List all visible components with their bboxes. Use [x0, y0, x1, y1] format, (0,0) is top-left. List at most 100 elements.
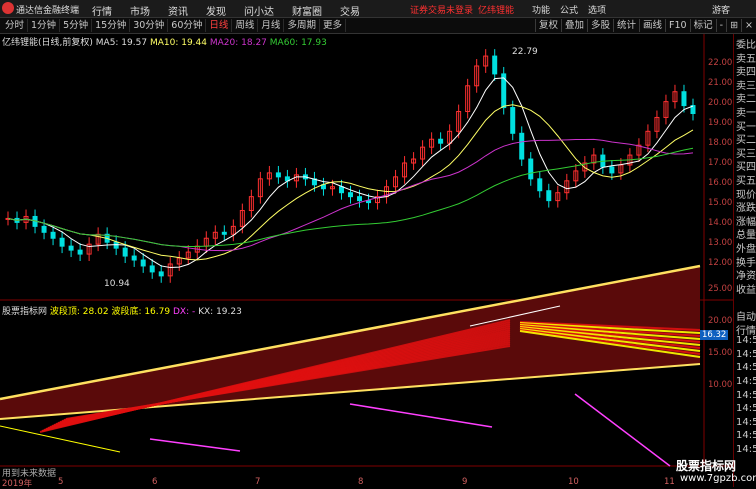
tab-1min[interactable]: 1分钟 [28, 19, 61, 32]
candle-body [347, 192, 353, 198]
candle-body [510, 107, 516, 134]
y-tick: 16.00 [708, 178, 733, 188]
multi-stock-button[interactable]: 多股 [587, 19, 613, 32]
y-tick: 25.00 [708, 284, 733, 294]
y-tick: 10.00 [708, 380, 733, 390]
mark-button[interactable]: 标记 [689, 19, 716, 32]
tab-monthly[interactable]: 月线 [258, 19, 285, 32]
panel-label: 14:5 [736, 444, 756, 455]
menu-item-news[interactable]: 资讯 [168, 3, 188, 18]
ma5-line [7, 77, 694, 269]
menu-item-discover[interactable]: 发现 [206, 3, 226, 18]
candle-body [131, 255, 137, 261]
candle-body [338, 186, 344, 194]
x-label: 9 [462, 477, 468, 487]
tab-more[interactable]: 更多 [320, 19, 346, 32]
indicator-info: 股票指标网 波段顶: 28.02 波段底: 16.79 DX: - KX: 19… [2, 304, 242, 317]
stats-button[interactable]: 统计 [613, 19, 639, 32]
wave-bottom-label: 波段底: 16.79 [111, 307, 171, 317]
maximize-button[interactable]: ⊞ [726, 19, 741, 32]
panel-label: 14:5 [736, 403, 756, 415]
tab-60min[interactable]: 60分钟 [168, 19, 207, 32]
menu-item-quotes[interactable]: 行情 [92, 3, 112, 18]
panel-label: 14:5 [736, 389, 756, 401]
candle-body [438, 138, 444, 144]
candle-body [140, 259, 146, 267]
minimize-button[interactable]: - [715, 19, 726, 32]
candle-body [275, 172, 281, 178]
candle-body [519, 132, 525, 160]
x-label: 11 [664, 477, 675, 487]
x-label: 6 [152, 477, 158, 487]
candle-body [528, 158, 534, 180]
kx-label: KX: 19.23 [198, 307, 242, 317]
menu-item-ask[interactable]: 问小达 [244, 3, 274, 18]
menu-item-trade[interactable]: 交易 [340, 3, 360, 18]
candle-body [113, 241, 119, 249]
ma5-label: MA5: 19.57 [95, 38, 148, 48]
menu-item-formula[interactable]: 公式 [560, 3, 578, 16]
y-tick: 13.00 [708, 238, 733, 248]
menu-item-function[interactable]: 功能 [532, 3, 550, 16]
right-menu: 功能 公式 选项 [532, 3, 606, 16]
draw-button[interactable]: 画线 [639, 19, 665, 32]
app-name: 通达信金融终端 [16, 6, 80, 16]
tab-30min[interactable]: 30分钟 [130, 19, 169, 32]
y-tick: 20.00 [708, 98, 733, 108]
candle-body [357, 196, 363, 202]
watermark-url: www.7gpzb.com [680, 473, 756, 484]
y-tick: 21.00 [708, 78, 733, 88]
chart-title: 亿纬锂能(日线,前复权) [2, 38, 93, 48]
y-tick: 18.00 [708, 138, 733, 148]
ma10-line [7, 104, 694, 261]
chart-canvas[interactable]: 22.79 10.94 [0, 34, 733, 487]
panel-label: 14:5 [736, 362, 756, 374]
panel-label: 14:5 [736, 430, 756, 442]
high-price-label: 22.79 [512, 47, 538, 57]
tab-daily[interactable]: 日线 [206, 19, 233, 32]
app-logo-icon [2, 2, 14, 14]
stock-name: 亿纬锂能 [478, 6, 515, 16]
candle-body [41, 225, 47, 233]
yellow-line [0, 425, 121, 453]
y-tick: 20.00 [708, 316, 733, 326]
x-label: 5 [58, 477, 64, 487]
watermark-title: 股票指标网 [676, 459, 737, 473]
candle-body [492, 55, 498, 75]
candle-body [59, 237, 65, 247]
adjust-button[interactable]: 复权 [534, 19, 561, 32]
price-tag: 16.32 [700, 330, 729, 340]
tab-timeshare[interactable]: 分时 [2, 19, 29, 32]
y-tick: 12.00 [708, 258, 733, 268]
tab-weekly[interactable]: 周线 [232, 19, 259, 32]
period-tabs: 分时 1分钟 5分钟 15分钟 30分钟 60分钟 日线 周线 月线 多周期 更… [2, 19, 346, 32]
magenta-line [574, 393, 671, 467]
y-tick: 17.00 [708, 158, 733, 168]
menu-item-wealth[interactable]: 财富圈 [292, 3, 322, 18]
tab-5min[interactable]: 5分钟 [60, 19, 93, 32]
ma60-label: MA60: 17.93 [269, 38, 327, 48]
menu-item-options[interactable]: 选项 [588, 3, 606, 16]
guest-label[interactable]: 游客 [712, 3, 730, 16]
y-tick: 15.00 [708, 348, 733, 358]
y-tick: 14.00 [708, 218, 733, 228]
tab-multi-period[interactable]: 多周期 [284, 19, 320, 32]
close-button[interactable]: × [741, 19, 756, 32]
candle-body [122, 247, 128, 257]
chart-tools: 复权 叠加 多股 统计 画线 F10 标记 - ⊞ × [534, 19, 756, 32]
x-label: 2019年 [2, 479, 33, 489]
footer: 用到未来数据 2019年 5 6 7 8 9 10 11 [0, 466, 732, 489]
candle-body [546, 190, 552, 202]
overlay-button[interactable]: 叠加 [560, 19, 587, 32]
panel-label: 14:5 [736, 348, 756, 360]
login-status[interactable]: 证券交易未登录 [410, 3, 473, 16]
f10-button[interactable]: F10 [665, 19, 690, 32]
ma20-label: MA20: 18.27 [209, 38, 267, 48]
indicator-title: 股票指标网 [2, 307, 48, 317]
tab-15min[interactable]: 15分钟 [92, 19, 131, 32]
main-chart-info: 亿纬锂能(日线,前复权) MA5: 19.57 MA10: 19.44 MA20… [2, 35, 327, 48]
candle-body [681, 91, 687, 107]
magenta-line [349, 403, 493, 428]
menu-item-market[interactable]: 市场 [130, 3, 150, 18]
ma10-label: MA10: 19.44 [149, 38, 207, 48]
